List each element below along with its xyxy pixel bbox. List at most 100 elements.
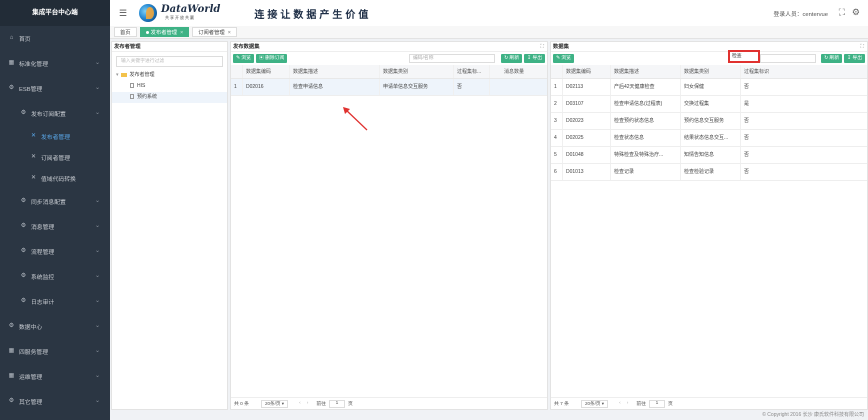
panel-title-text: 数据集 [553,44,569,50]
table-cell: 2 [551,96,563,112]
table-row[interactable]: 4 D02025 检查状态信息 结果状态信息交互... 否 [551,130,867,147]
table-row[interactable]: 1 D02016 检查申请信息 申请单信息交互服务 否 [231,79,547,96]
sidebar-item[interactable]: ▦ 四服务管理 ⌄ [0,339,110,364]
menu-toggle-icon[interactable]: ☰ [119,8,131,19]
tab-publisher-management[interactable]: 发布者管理 × [139,27,190,37]
file-icon [130,83,134,89]
export-button[interactable]: ↧ 导出 [524,54,545,63]
chevron-down-icon[interactable]: ⌄ [95,272,100,279]
chevron-down-icon[interactable]: ⌄ [95,222,100,229]
sidebar-item[interactable]: ✕ 值域代码转换 [0,168,110,189]
expand-icon[interactable]: ⛶ [540,42,544,52]
prev-page-icon[interactable]: ‹ [619,401,621,406]
tab-home[interactable]: 首页 [114,27,137,37]
column-header[interactable]: 消息数量 [490,65,547,78]
search-input[interactable]: 编码/名称 [409,54,495,63]
gear-icon: ⚙ [20,298,27,304]
export-button[interactable]: ↧ 导出 [844,54,865,63]
table-row[interactable]: 1 D02113 产后42天健康检查 妇女保健否 [551,79,867,96]
button-label: 浏览 [561,56,571,61]
search-input[interactable]: 检查 [728,50,760,63]
chevron-down-icon[interactable]: ⌄ [95,297,100,304]
table-cell [490,79,547,95]
table-cell: D02016 [243,79,290,95]
table-cell: 是 [744,101,750,107]
chevron-down-icon[interactable]: ⌄ [95,347,100,354]
column-header[interactable]: 数据集编码 [243,65,290,78]
next-page-icon[interactable]: › [627,401,629,406]
chevron-down-icon[interactable]: ⌄ [95,109,100,116]
column-header[interactable]: 数据集描述 [611,65,681,78]
sidebar-item[interactable]: ✕ 发布者管理 [0,126,110,147]
total-count: 共 0 条 [234,402,249,407]
settings-icon[interactable]: ⚙ [852,7,860,18]
gear-icon: ⚙ [20,223,27,229]
sidebar-item[interactable]: ⚙ 系统监控 ⌄ [0,264,110,289]
tree-node-his[interactable]: HIS [112,81,227,92]
sidebar-item-label: 系统监控 [31,275,55,281]
refresh-button[interactable]: ↻ 刷新 [821,54,843,63]
page-size-select[interactable]: 20条/页 ▾ [260,399,289,408]
browse-button[interactable]: ✎ 浏览 [553,54,574,63]
expand-icon[interactable]: ⛶ [860,42,864,52]
sidebar-item[interactable]: ⚙ ESB管理 ⌄ [0,76,110,101]
sidebar-item[interactable]: ⚙ 同步消息配置 ⌄ [0,189,110,214]
prev-page-icon[interactable]: ‹ [299,401,301,406]
chevron-down-icon[interactable]: ⌄ [95,372,100,379]
sidebar-item[interactable]: ⚙ 流程管理 ⌄ [0,239,110,264]
chevron-down-icon[interactable]: ⌄ [95,397,100,404]
sidebar-item[interactable]: ⚙ 日志审计 ⌄ [0,289,110,314]
sidebar-item[interactable]: ▦ 运维管理 ⌄ [0,364,110,389]
tree-filter-input[interactable]: 输入关键字进行过滤 [116,56,223,67]
sidebar-item[interactable]: ▦ 标准化管理 ⌄ [0,51,110,76]
table-row[interactable]: 2 D03107 检查申请信息(过程表) 交换过程集是 [551,96,867,113]
refresh-button[interactable]: ↻ 刷新 [501,54,523,63]
goto-label: 前往 [636,402,646,407]
page-size-select[interactable]: 20条/页 ▾ [580,399,609,408]
chevron-down-icon[interactable]: ⌄ [95,322,100,329]
caret-down-icon[interactable]: ▾ [116,72,119,78]
search-input-extension[interactable] [760,54,816,63]
chevron-down-icon[interactable]: ⌄ [95,197,100,204]
column-header[interactable]: 数据集类别 [681,65,741,78]
browse-button[interactable]: ✎ 浏览 [233,54,254,63]
sidebar-item[interactable]: ⚙ 发布订阅配置 ⌄ [0,101,110,126]
column-header[interactable]: 数据集描述 [290,65,380,78]
chevron-down-icon[interactable]: ⌄ [95,59,100,66]
chevron-down-icon[interactable]: ⌄ [95,247,100,254]
top-bar: ☰ DataWorld 共享开放共赢 连接让数据产生价值 登录人员：center… [110,0,868,26]
close-icon[interactable]: × [228,30,231,36]
logo-text: DataWorld [161,4,221,15]
tab-subscriber-management[interactable]: 订阅者管理 × [192,27,237,37]
page-input[interactable]: 1 [328,399,345,408]
logo: DataWorld 共享开放共赢 [157,5,220,21]
column-header[interactable]: 数据集类别 [380,65,454,78]
close-icon[interactable]: × [180,30,183,36]
gear-icon: ⚙ [8,323,15,329]
table-cell: 否 [744,118,750,124]
sidebar-item[interactable]: ⚙ 数据中心 ⌄ [0,314,110,339]
table-cell: 知情告知信息 [681,147,741,163]
table-row[interactable]: 5 D01048 特殊检查及特殊治疗... 知情告知信息否 [551,147,867,164]
chevron-down-icon[interactable]: ⌄ [95,84,100,91]
sidebar-item-label: 发布者管理 [41,135,70,141]
published-dataset-panel: 发布数据集 ⛶ ✎ 浏览 ▣ 删除订阅 编码/名称 ↻ 刷新 ↧ 导出 数据集编码… [230,41,548,410]
home-icon: ⌂ [9,35,14,41]
tree-node-root[interactable]: ▾ 发布者管理 [112,70,227,81]
table-row[interactable]: 6 D01013 检查记录 检查检验记录否 [551,164,867,181]
sidebar-item[interactable]: ⌂ 首页 [0,26,110,51]
toolbar: ✎ 浏览 检查 ↻ 刷新 ↧ 导出 [551,50,867,65]
delete-subscription-button[interactable]: ▣ 删除订阅 [255,54,288,63]
next-page-icon[interactable]: › [307,401,309,406]
sidebar-item[interactable]: ✕ 订阅者管理 [0,147,110,168]
column-header[interactable]: 数据集编码 [563,65,611,78]
sidebar-item[interactable]: ⚙ 其它管理 ⌄ [0,389,110,414]
sidebar-item[interactable]: ⚙ 消息管理 ⌄ [0,214,110,239]
page-input[interactable]: 1 [648,399,665,408]
column-header[interactable]: 过程集标... [454,65,490,78]
fullscreen-icon[interactable]: ⛶ [839,7,845,18]
column-header[interactable]: 过程集标识 [741,65,867,78]
tree-node-appointment[interactable]: 预约系统 [112,92,227,103]
table-row[interactable]: 3 D02023 检查预约状态信息 预约信息交互服务否 [551,113,867,130]
table-cell: 检查申请信息(过程表) [611,96,681,112]
